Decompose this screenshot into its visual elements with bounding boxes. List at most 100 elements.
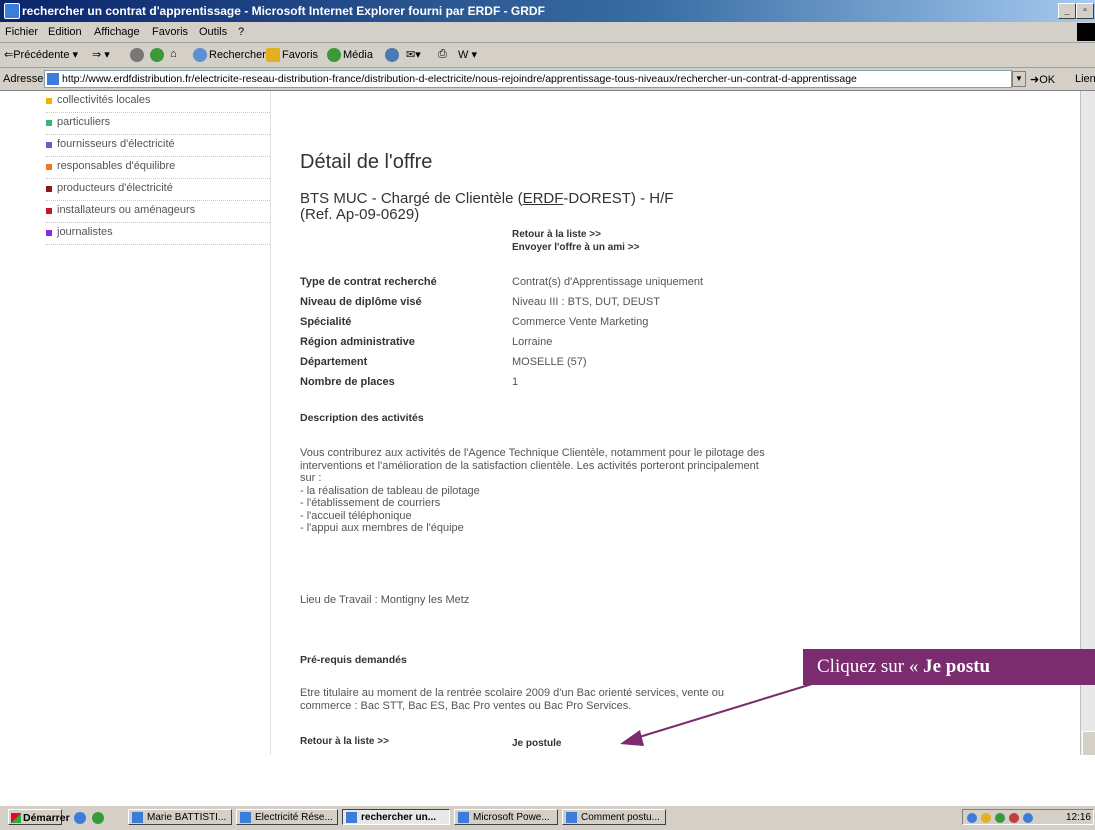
sidebar-item-label: collectivités locales (57, 94, 151, 106)
back-to-list-link[interactable]: Retour à la liste >> (512, 228, 639, 241)
scrollbar-thumb[interactable] (1082, 731, 1095, 757)
menu-bar: Fichier Edition Affichage Favoris Outils… (0, 22, 1095, 43)
edit-word-button[interactable]: W ▾ (458, 48, 477, 61)
menu-fichier[interactable]: Fichier (5, 26, 38, 38)
print-icon[interactable]: ⎙ (438, 48, 447, 61)
address-dropdown-icon[interactable]: ▼ (1012, 71, 1026, 87)
task-marie-battisti[interactable]: Marie BATTISTI... (128, 809, 232, 825)
prerequisites-text: Etre titulaire au moment de la rentrée s… (300, 687, 882, 712)
sidebar-item-label: responsables d'équilibre (57, 160, 176, 172)
field-label: Nombre de places (300, 376, 395, 388)
menu-favoris[interactable]: Favoris (152, 26, 188, 38)
back-button[interactable]: ⇐Précédente ▾ (4, 48, 78, 61)
menu-outils[interactable]: Outils (199, 26, 227, 38)
sidebar-item-installateurs[interactable]: installateurs ou aménageurs (46, 201, 270, 223)
desktop-quicklaunch-icon[interactable] (92, 812, 104, 824)
prerequisites-title: Pré-requis demandés (300, 654, 407, 666)
bullet-icon (46, 208, 52, 214)
field-value: Commerce Vente Marketing (512, 316, 649, 328)
favorites-label: Favoris (282, 48, 319, 61)
sidebar-item-collectivites[interactable]: collectivités locales (46, 91, 270, 113)
sidebar-item-fournisseurs[interactable]: fournisseurs d'électricité (46, 135, 270, 157)
sidebar-divider (270, 91, 271, 755)
sidebar-item-label: particuliers (57, 116, 111, 128)
window-title: rechercher un contrat d'apprentissage - … (22, 4, 545, 18)
menu-edition[interactable]: Edition (48, 26, 82, 38)
apply-button[interactable]: Je postule (512, 738, 561, 749)
instruction-callout: Cliquez sur « Je postu (803, 649, 1095, 685)
minimize-button[interactable]: _ (1058, 3, 1076, 19)
sidebar-item-label: fournisseurs d'électricité (57, 138, 175, 150)
task-rechercher[interactable]: rechercher un... (342, 809, 450, 825)
clock: 12:16 (1065, 812, 1091, 823)
description-title: Description des activités (300, 412, 424, 424)
history-icon[interactable] (385, 48, 401, 62)
update-icon[interactable] (1009, 813, 1019, 823)
address-input[interactable]: http://www.erdfdistribution.fr/electrici… (44, 70, 1012, 88)
go-label: OK (1039, 74, 1056, 86)
menu-affichage[interactable]: Affichage (94, 26, 140, 38)
stop-icon[interactable] (130, 48, 146, 62)
favorites-icon (266, 48, 280, 62)
offer-reference: (Ref. Ap-09-0629) (300, 206, 420, 223)
callout-prefix: Cliquez sur « (817, 656, 924, 677)
task-electricite[interactable]: Electricité Rése... (236, 809, 338, 825)
media-button[interactable]: Média (327, 48, 373, 62)
sidebar: collectivités locales particuliers fourn… (8, 91, 270, 755)
messenger-icon[interactable] (1023, 813, 1033, 823)
bullet-icon (46, 164, 52, 170)
address-url: http://www.erdfdistribution.fr/electrici… (62, 73, 857, 85)
home-icon[interactable]: ⌂ (170, 48, 177, 60)
window-titlebar: rechercher un contrat d'apprentissage - … (0, 0, 1095, 22)
sidebar-item-journalistes[interactable]: journalistes (46, 223, 270, 245)
volume-icon[interactable] (981, 813, 991, 823)
taskbar: Démarrer Marie BATTISTI... Electricité R… (0, 805, 1095, 830)
media-icon (327, 48, 341, 62)
ie-quicklaunch-icon[interactable] (74, 812, 86, 824)
address-bar: Adresse http://www.erdfdistribution.fr/e… (0, 68, 1095, 91)
menu-help[interactable]: ? (238, 26, 244, 38)
offer-actions: Retour à la liste >> Envoyer l'offre à u… (512, 228, 639, 254)
search-label: Rechercher (209, 48, 266, 61)
field-value: Lorraine (512, 336, 553, 348)
page-icon (47, 73, 59, 86)
ie-icon (4, 3, 20, 19)
forward-button[interactable]: ⇒ ▾ (92, 48, 110, 61)
sidebar-item-particuliers[interactable]: particuliers (46, 113, 270, 135)
mail-button[interactable]: ✉▾ (406, 48, 421, 61)
antivirus-icon[interactable] (995, 813, 1005, 823)
field-label: Département (300, 356, 368, 368)
network-icon[interactable] (967, 813, 977, 823)
favorites-button[interactable]: Favoris (266, 48, 318, 62)
field-label: Région administrative (300, 336, 415, 348)
search-button[interactable]: Rechercher (193, 48, 266, 62)
description-line: - l'appui aux membres de l'équipe (300, 522, 464, 534)
task-powerpoint[interactable]: Microsoft Powe... (454, 809, 558, 825)
callout-bold: Je postu (923, 656, 991, 677)
description-line: - l'accueil téléphonique (300, 509, 412, 522)
field-label: Spécialité (300, 316, 352, 328)
send-to-friend-link[interactable]: Envoyer l'offre à un ami >> (512, 241, 639, 254)
offer-title-erdf: ERDF (522, 190, 564, 207)
work-place: Lieu de Travail : Montigny les Metz (300, 594, 470, 606)
windows-logo-icon (1077, 23, 1095, 41)
sidebar-item-label: installateurs ou aménageurs (57, 204, 196, 216)
sidebar-item-producteurs[interactable]: producteurs d'électricité (46, 179, 270, 201)
prerequisite-line: Etre titulaire au moment de la rentrée s… (300, 687, 724, 699)
bullet-icon (46, 98, 52, 104)
description-line: Vous contriburez aux activités de l'Agen… (300, 447, 765, 459)
search-icon (193, 48, 207, 62)
field-value: Contrat(s) d'Apprentissage uniquement (512, 276, 704, 288)
go-button[interactable]: ➜OK (1030, 73, 1055, 86)
maximize-button[interactable]: ▫ (1076, 3, 1094, 19)
bullet-icon (46, 120, 52, 126)
page-title: Détail de l'offre (300, 151, 433, 173)
links-button[interactable]: Liens (1075, 73, 1095, 85)
refresh-icon[interactable] (150, 48, 166, 62)
field-label: Niveau de diplôme visé (300, 296, 422, 308)
field-label: Type de contrat recherché (300, 276, 437, 288)
footer-back-link[interactable]: Retour à la liste >> (300, 736, 389, 747)
sidebar-item-responsables[interactable]: responsables d'équilibre (46, 157, 270, 179)
task-comment-postuler[interactable]: Comment postu... (562, 809, 666, 825)
start-button[interactable]: Démarrer (8, 809, 70, 825)
